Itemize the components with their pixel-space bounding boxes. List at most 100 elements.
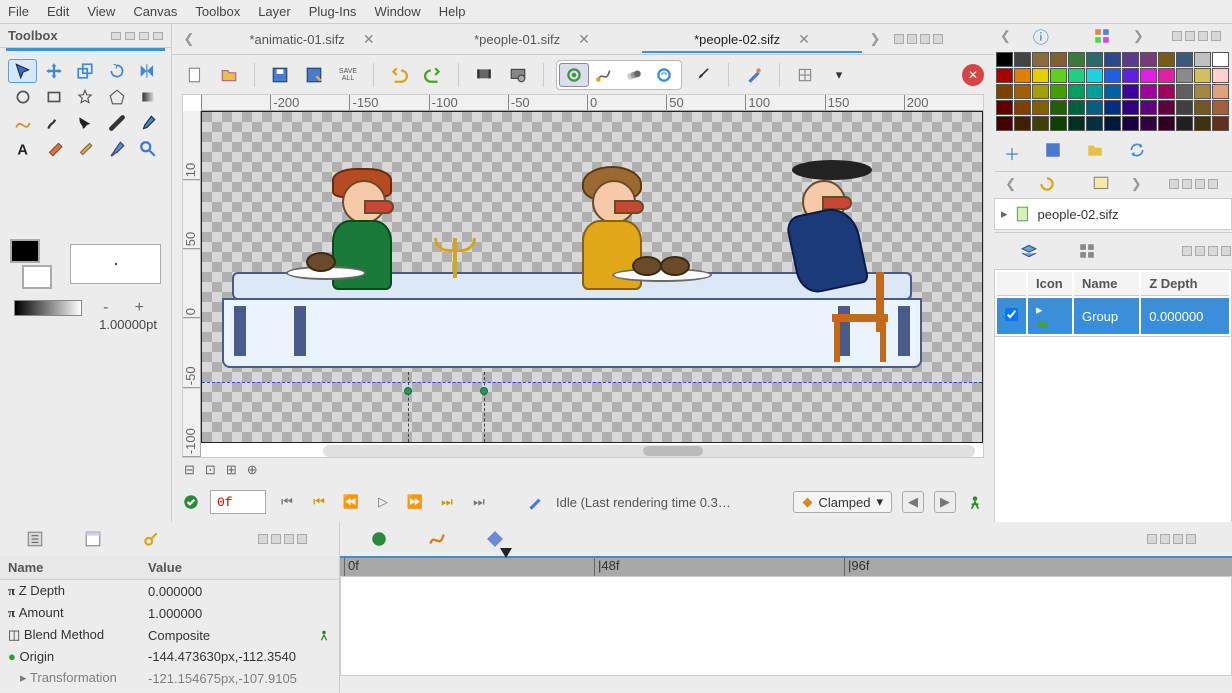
animate-toggle-icon[interactable] [317,628,331,642]
param-row[interactable]: ▸ Transformation-121.154675px,-107.9105 [0,667,339,689]
menu-file[interactable]: File [8,4,29,19]
palette-load-icon[interactable] [1044,141,1062,165]
panel-nav-next[interactable]: ❯ [1133,24,1144,48]
layers-icon[interactable] [1020,242,1038,260]
palette-color[interactable] [1104,116,1121,131]
render-icon[interactable] [471,62,497,88]
palette-color[interactable] [1158,116,1175,131]
tab-nav-next[interactable]: ❯ [862,27,888,51]
horizontal-scrollbar[interactable] [323,445,975,457]
palette-color[interactable] [1140,52,1157,67]
palette-color[interactable] [1014,100,1031,115]
zoom-fit-icon[interactable]: ⊡ [205,462,216,478]
palette-color[interactable] [1176,52,1193,67]
param-row[interactable]: π Z Depth0.000000 [0,580,339,603]
palette-color[interactable] [1032,100,1049,115]
transform-tool[interactable] [8,59,37,83]
palette-color[interactable] [1014,52,1031,67]
palette-color[interactable] [1086,68,1103,83]
timetrack-icon[interactable] [370,530,388,548]
palette-color[interactable] [1068,116,1085,131]
close-icon[interactable]: ✕ [578,31,590,48]
palette-color[interactable] [1068,68,1085,83]
bone-tool-icon[interactable] [524,491,546,513]
animate-mode-icon[interactable] [589,63,619,87]
palette-color[interactable] [1140,84,1157,99]
palette-color[interactable] [1122,84,1139,99]
palette-color[interactable] [1194,116,1211,131]
color-swatch[interactable] [10,239,60,289]
palette-color[interactable] [1122,68,1139,83]
gradient-swatch[interactable] [14,300,82,316]
cutout-tool[interactable] [71,111,100,135]
tab-people02[interactable]: *people-02.sifz✕ [642,25,862,53]
param-row[interactable]: ● Origin-144.473630px,-112.3540 [0,646,339,667]
rectangle-tool[interactable] [39,85,68,109]
palette-color[interactable] [1176,68,1193,83]
panel-drag-handle[interactable] [111,32,163,40]
dropdown-icon[interactable]: ▾ [826,62,852,88]
seek-prev-icon[interactable]: ⏪ [340,491,362,513]
palette-color[interactable] [1104,100,1121,115]
onion-mode-icon[interactable] [619,63,649,87]
tab-animatic[interactable]: *animatic-01.sifz✕ [202,25,422,53]
palette-add-icon[interactable]: ＋ [1004,141,1020,165]
save-as-icon[interactable] [301,62,327,88]
timeline-track-area[interactable] [340,576,1232,676]
size-decrease[interactable]: - [103,299,108,317]
new-file-icon[interactable] [182,62,208,88]
smooth-move-tool[interactable] [39,59,68,83]
panel-drag-handle[interactable] [252,534,313,544]
panel-drag-handle[interactable] [1141,534,1202,544]
palette-color[interactable] [1050,84,1067,99]
menu-window[interactable]: Window [374,4,420,19]
panel-nav-prev[interactable]: ❮ [1000,24,1011,48]
width-tool[interactable] [102,111,131,135]
sets-icon[interactable] [1078,242,1096,260]
palette-color[interactable] [1086,52,1103,67]
palette-color[interactable] [1122,52,1139,67]
brush-tool[interactable] [102,137,131,161]
palette-color[interactable] [1014,84,1031,99]
library-icon[interactable] [142,530,160,548]
palette-color[interactable] [1014,68,1031,83]
palette-color[interactable] [1086,84,1103,99]
palette-color[interactable] [1068,84,1085,99]
param-row[interactable]: ◫ Blend MethodComposite [0,624,339,646]
info-icon[interactable]: ⓘ [1033,24,1049,48]
seek-next-icon[interactable]: ⏩ [404,491,426,513]
palette-color[interactable] [1140,100,1157,115]
palette-color[interactable] [1176,100,1193,115]
interpolation-dropdown[interactable]: ◆Clamped▾ [793,491,892,513]
grid-icon[interactable] [792,62,818,88]
history-icon[interactable] [1038,175,1056,193]
seek-prev-kf-icon[interactable]: ⏮ [308,491,330,513]
layer-row[interactable]: ▸ Group 0.000000 [997,298,1229,334]
palette-color[interactable] [1158,84,1175,99]
palette-color[interactable] [1014,116,1031,131]
zoom-actual-icon[interactable]: ⊞ [226,462,237,478]
gradient-tool[interactable] [134,85,163,109]
frame-input[interactable] [210,490,266,514]
normal-mode-icon[interactable] [559,63,589,87]
palette-color[interactable] [1212,100,1229,115]
spline-tool[interactable] [8,111,37,135]
save-all-button[interactable]: SAVE ALL [335,62,361,88]
palette-color[interactable] [1176,116,1193,131]
scale-tool[interactable] [71,59,100,83]
redo-icon[interactable] [420,62,446,88]
panel-drag-handle[interactable] [1163,179,1224,189]
palette-color[interactable] [1158,52,1175,67]
color-opt-icon[interactable] [741,62,767,88]
palette-color[interactable] [1068,52,1085,67]
palette-color[interactable] [1068,100,1085,115]
circle-tool[interactable] [8,85,37,109]
palette-color[interactable] [1086,116,1103,131]
metadata-icon[interactable] [84,530,102,548]
close-icon[interactable]: ✕ [363,31,375,48]
seek-start-icon[interactable]: ⏮ [276,491,298,513]
menu-view[interactable]: View [87,4,115,19]
brush-opt-icon[interactable] [690,62,716,88]
palette-color[interactable] [1212,52,1229,67]
tab-nav-prev[interactable]: ❮ [176,27,202,51]
